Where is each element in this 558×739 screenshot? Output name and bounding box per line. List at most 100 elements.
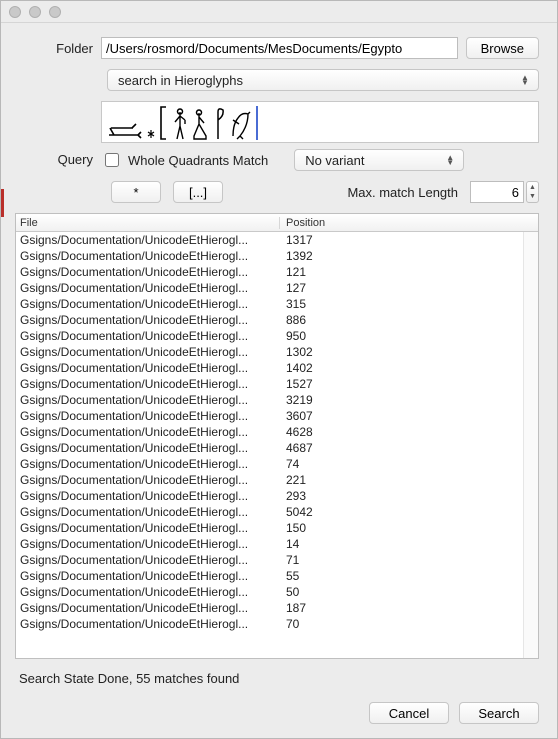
- column-header-position[interactable]: Position: [280, 217, 538, 229]
- cell-file: Gsigns/Documentation/UnicodeEtHierogl...: [16, 601, 280, 615]
- table-body[interactable]: Gsigns/Documentation/UnicodeEtHierogl...…: [16, 232, 538, 658]
- cell-position: 55: [280, 569, 538, 583]
- cell-position: 950: [280, 329, 538, 343]
- cell-position: 5042: [280, 505, 538, 519]
- cell-file: Gsigns/Documentation/UnicodeEtHierogl...: [16, 553, 280, 567]
- cell-position: 1392: [280, 249, 538, 263]
- cell-position: 1302: [280, 345, 538, 359]
- cell-position: 74: [280, 457, 538, 471]
- whole-quadrants-checkbox[interactable]: [105, 153, 119, 167]
- results-table: File Position Gsigns/Documentation/Unico…: [15, 213, 539, 659]
- query-label: Query: [15, 152, 93, 171]
- cell-position: 3219: [280, 393, 538, 407]
- cell-position: 70: [280, 617, 538, 631]
- cell-position: 293: [280, 489, 538, 503]
- table-row[interactable]: Gsigns/Documentation/UnicodeEtHierogl...…: [16, 584, 538, 600]
- cell-position: 886: [280, 313, 538, 327]
- cell-file: Gsigns/Documentation/UnicodeEtHierogl...: [16, 441, 280, 455]
- status-text: Search State Done, 55 matches found: [15, 669, 539, 688]
- wildcard-brackets-button[interactable]: [...]: [173, 181, 223, 203]
- glyph-bracket-open-icon: [160, 106, 168, 140]
- folder-path-input[interactable]: [101, 37, 458, 59]
- table-row[interactable]: Gsigns/Documentation/UnicodeEtHierogl...…: [16, 600, 538, 616]
- cell-file: Gsigns/Documentation/UnicodeEtHierogl...: [16, 249, 280, 263]
- cell-file: Gsigns/Documentation/UnicodeEtHierogl...: [16, 281, 280, 295]
- table-row[interactable]: Gsigns/Documentation/UnicodeEtHierogl...…: [16, 408, 538, 424]
- cell-position: 14: [280, 537, 538, 551]
- table-row[interactable]: Gsigns/Documentation/UnicodeEtHierogl...…: [16, 232, 538, 248]
- table-row[interactable]: Gsigns/Documentation/UnicodeEtHierogl...…: [16, 344, 538, 360]
- cell-file: Gsigns/Documentation/UnicodeEtHierogl...: [16, 409, 280, 423]
- table-row[interactable]: Gsigns/Documentation/UnicodeEtHierogl...…: [16, 328, 538, 344]
- cell-position: 1317: [280, 233, 538, 247]
- scrollbar-track[interactable]: [523, 232, 538, 658]
- table-row[interactable]: Gsigns/Documentation/UnicodeEtHierogl...…: [16, 536, 538, 552]
- variant-dropdown[interactable]: No variant ▲▼: [294, 149, 464, 171]
- minimize-window-icon[interactable]: [29, 6, 41, 18]
- table-row[interactable]: Gsigns/Documentation/UnicodeEtHierogl...…: [16, 616, 538, 632]
- table-row[interactable]: Gsigns/Documentation/UnicodeEtHierogl...…: [16, 568, 538, 584]
- table-row[interactable]: Gsigns/Documentation/UnicodeEtHierogl...…: [16, 376, 538, 392]
- cell-file: Gsigns/Documentation/UnicodeEtHierogl...: [16, 345, 280, 359]
- dropdown-arrows-icon: ▲▼: [518, 75, 532, 85]
- glyph-seated-figure-icon: [192, 106, 210, 140]
- cell-file: Gsigns/Documentation/UnicodeEtHierogl...: [16, 473, 280, 487]
- table-row[interactable]: Gsigns/Documentation/UnicodeEtHierogl...…: [16, 472, 538, 488]
- cell-file: Gsigns/Documentation/UnicodeEtHierogl...: [16, 265, 280, 279]
- toolbar-row: * [...] Max. match Length ▲▼: [15, 181, 539, 203]
- table-row[interactable]: Gsigns/Documentation/UnicodeEtHierogl...…: [16, 280, 538, 296]
- table-row[interactable]: Gsigns/Documentation/UnicodeEtHierogl...…: [16, 520, 538, 536]
- cell-position: 187: [280, 601, 538, 615]
- cell-file: Gsigns/Documentation/UnicodeEtHierogl...: [16, 393, 280, 407]
- table-row[interactable]: Gsigns/Documentation/UnicodeEtHierogl...…: [16, 456, 538, 472]
- cell-file: Gsigns/Documentation/UnicodeEtHierogl...: [16, 425, 280, 439]
- cell-file: Gsigns/Documentation/UnicodeEtHierogl...: [16, 521, 280, 535]
- wildcard-star-button[interactable]: *: [111, 181, 161, 203]
- whole-quadrants-label: Whole Quadrants Match: [128, 153, 268, 168]
- max-match-label: Max. match Length: [347, 185, 458, 200]
- table-row[interactable]: Gsigns/Documentation/UnicodeEtHierogl...…: [16, 504, 538, 520]
- stepper-arrows-icon[interactable]: ▲▼: [526, 181, 539, 203]
- close-window-icon[interactable]: [9, 6, 21, 18]
- cell-position: 4687: [280, 441, 538, 455]
- cell-file: Gsigns/Documentation/UnicodeEtHierogl...: [16, 489, 280, 503]
- dropdown-arrows-icon: ▲▼: [443, 155, 457, 165]
- table-row[interactable]: Gsigns/Documentation/UnicodeEtHierogl...…: [16, 264, 538, 280]
- footer-buttons: Cancel Search: [15, 698, 539, 724]
- search-button[interactable]: Search: [459, 702, 539, 724]
- cell-file: Gsigns/Documentation/UnicodeEtHierogl...: [16, 233, 280, 247]
- table-row[interactable]: Gsigns/Documentation/UnicodeEtHierogl...…: [16, 488, 538, 504]
- browse-button[interactable]: Browse: [466, 37, 539, 59]
- cell-file: Gsigns/Documentation/UnicodeEtHierogl...: [16, 329, 280, 343]
- table-row[interactable]: Gsigns/Documentation/UnicodeEtHierogl...…: [16, 552, 538, 568]
- cancel-button[interactable]: Cancel: [369, 702, 449, 724]
- table-row[interactable]: Gsigns/Documentation/UnicodeEtHierogl...…: [16, 440, 538, 456]
- search-dialog: Folder Browse search in Hieroglyphs ▲▼ Q…: [0, 0, 558, 739]
- column-header-file[interactable]: File: [16, 217, 280, 229]
- folder-label: Folder: [15, 41, 93, 56]
- cell-position: 150: [280, 521, 538, 535]
- hieroglyph-query-input[interactable]: [101, 101, 539, 143]
- table-row[interactable]: Gsigns/Documentation/UnicodeEtHierogl...…: [16, 312, 538, 328]
- cell-position: 121: [280, 265, 538, 279]
- search-mode-dropdown[interactable]: search in Hieroglyphs ▲▼: [107, 69, 539, 91]
- variant-selected: No variant: [305, 153, 364, 168]
- cell-position: 315: [280, 297, 538, 311]
- cell-file: Gsigns/Documentation/UnicodeEtHierogl...: [16, 377, 280, 391]
- table-row[interactable]: Gsigns/Documentation/UnicodeEtHierogl...…: [16, 392, 538, 408]
- cell-file: Gsigns/Documentation/UnicodeEtHierogl...: [16, 569, 280, 583]
- max-match-stepper: ▲▼: [470, 181, 539, 203]
- query-block: Query: [15, 101, 539, 171]
- table-row[interactable]: Gsigns/Documentation/UnicodeEtHierogl...…: [16, 360, 538, 376]
- zoom-window-icon[interactable]: [49, 6, 61, 18]
- search-mode-row: search in Hieroglyphs ▲▼: [15, 69, 539, 91]
- cell-file: Gsigns/Documentation/UnicodeEtHierogl...: [16, 617, 280, 631]
- table-row[interactable]: Gsigns/Documentation/UnicodeEtHierogl...…: [16, 296, 538, 312]
- folder-row: Folder Browse: [15, 37, 539, 59]
- cell-position: 71: [280, 553, 538, 567]
- max-match-input[interactable]: [470, 181, 524, 203]
- titlebar: [1, 1, 557, 23]
- table-row[interactable]: Gsigns/Documentation/UnicodeEtHierogl...…: [16, 424, 538, 440]
- table-row[interactable]: Gsigns/Documentation/UnicodeEtHierogl...…: [16, 248, 538, 264]
- glyph-bird-icon: [230, 106, 252, 140]
